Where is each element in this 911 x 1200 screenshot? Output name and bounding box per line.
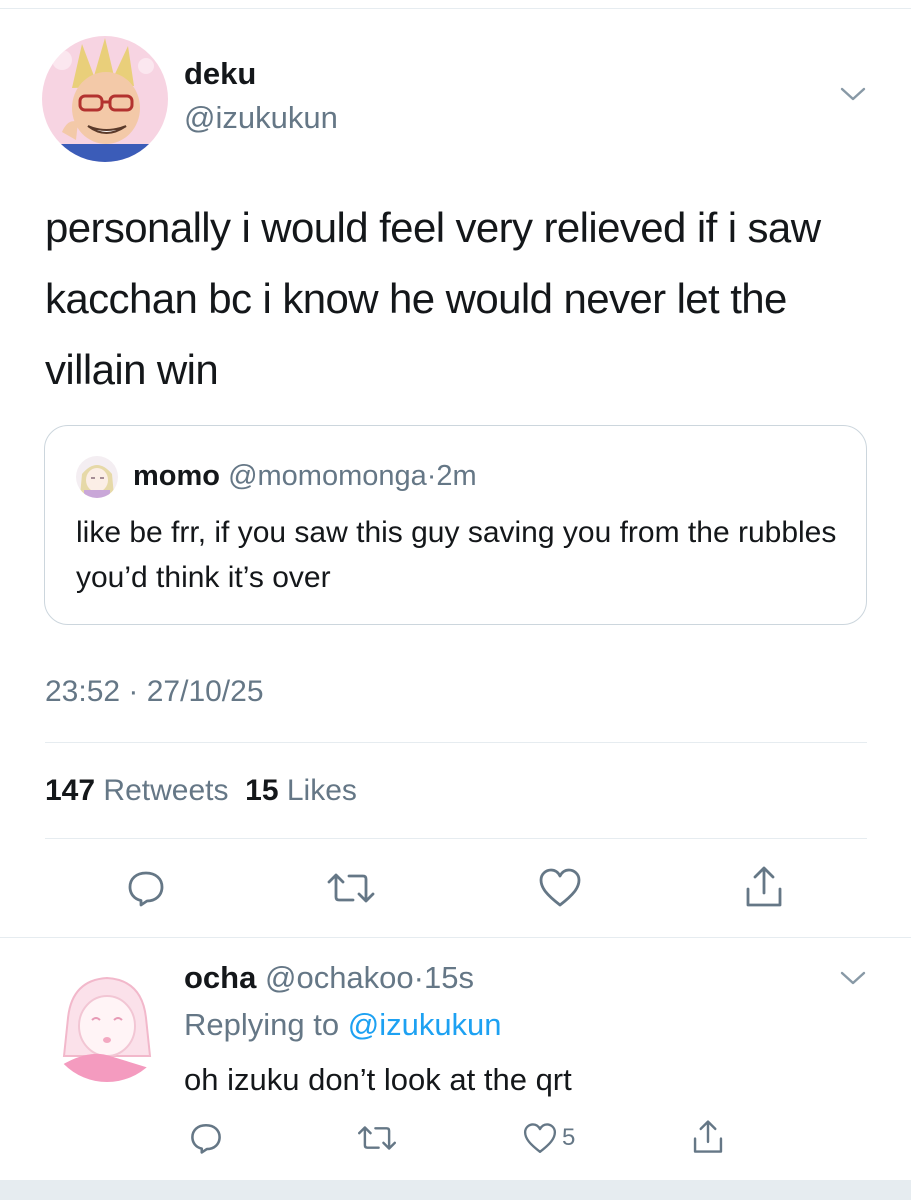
like-button[interactable]	[536, 866, 584, 910]
reply-reply-button[interactable]	[188, 1120, 224, 1156]
reply-like-button[interactable]: 5	[522, 1120, 592, 1156]
author-name[interactable]: deku	[184, 56, 256, 92]
quoted-tweet-card[interactable]: momo @momomonga·2m like be frr, if you s…	[44, 425, 867, 625]
reply-share-button[interactable]	[690, 1118, 726, 1156]
author-avatar[interactable]	[42, 36, 168, 162]
reply-retweet-button[interactable]	[355, 1122, 399, 1154]
reply-avatar[interactable]	[46, 960, 168, 1082]
quoted-header: momo @momomonga·2m	[133, 460, 477, 493]
reply-icon	[189, 1121, 223, 1155]
chevron-down-icon[interactable]	[840, 86, 866, 102]
reply-header: ocha @ochakoo·15s	[184, 960, 474, 996]
quoted-handle: @momomonga	[228, 460, 427, 492]
reply-icon	[126, 868, 166, 908]
retweets-label[interactable]: Retweets	[103, 774, 228, 807]
retweets-count[interactable]: 147	[45, 774, 95, 807]
reply-like-count: 5	[562, 1124, 576, 1151]
quoted-avatar	[76, 456, 118, 498]
replying-to-handle[interactable]: @izukukun	[348, 1007, 502, 1042]
reply-author-handle[interactable]: @ochakoo	[265, 960, 414, 995]
share-icon	[743, 865, 785, 909]
retweet-icon	[356, 1123, 398, 1153]
bottom-separator	[0, 1180, 911, 1200]
reply-time: 15s	[424, 960, 474, 995]
quoted-name: momo	[133, 460, 220, 492]
reply-divider	[0, 937, 911, 938]
engagement-stats: 147 Retweets 15 Likes	[45, 774, 357, 808]
retweet-button[interactable]	[324, 868, 378, 908]
retweet-icon	[325, 870, 377, 906]
replying-to-label: Replying to	[184, 1007, 340, 1042]
likes-count[interactable]: 15	[245, 774, 278, 807]
chevron-down-icon[interactable]	[840, 970, 866, 986]
replying-to: Replying to @izukukun	[184, 1007, 502, 1043]
reply-separator: ·	[413, 960, 424, 995]
stats-bottom-divider	[45, 838, 867, 839]
quoted-time: 2m	[436, 460, 477, 492]
like-icon	[537, 867, 583, 909]
reply-author-name[interactable]: ocha	[184, 960, 256, 995]
tweet-text: personally i would feel very relieved if…	[45, 204, 821, 393]
tweet-timestamp: 23:52 · 27/10/25	[45, 675, 264, 708]
quoted-text: like be frr, if you saw this guy saving …	[76, 516, 837, 594]
share-icon	[691, 1119, 725, 1155]
reply-text: oh izuku don’t look at the qrt	[184, 1062, 572, 1097]
author-handle[interactable]: @izukukun	[184, 100, 338, 136]
share-button[interactable]	[742, 864, 786, 910]
likes-label[interactable]: Likes	[287, 774, 357, 807]
like-icon	[522, 1122, 558, 1155]
stats-top-divider	[45, 742, 867, 743]
reply-button[interactable]	[124, 866, 168, 910]
top-divider	[0, 8, 911, 9]
quoted-separator: ·	[426, 460, 437, 492]
